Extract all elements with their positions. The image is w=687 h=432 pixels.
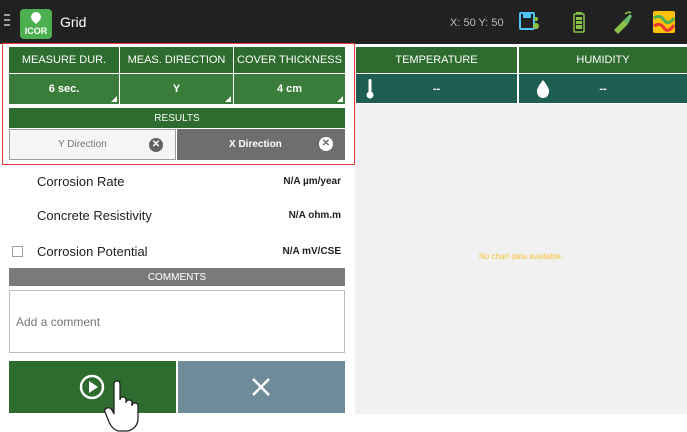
hand-cursor-icon — [104, 380, 139, 432]
page-title: Grid — [60, 14, 87, 30]
tab-x-direction[interactable]: X Direction ✕ — [177, 129, 345, 160]
start-measurement-button[interactable] — [9, 361, 176, 413]
measure-duration-select[interactable]: 6 sec. — [9, 74, 119, 104]
humidity-value: -- — [599, 82, 607, 95]
corrosion-rate-label: Corrosion Rate — [37, 173, 125, 189]
humidity-cell: -- — [519, 74, 687, 103]
close-icon[interactable]: ✕ — [319, 137, 333, 151]
save-icon[interactable] — [517, 10, 541, 34]
logo-text: ICOR — [24, 26, 48, 36]
concrete-resistivity-label: Concrete Resistivity — [37, 207, 152, 223]
measurement-direction-value: Y — [172, 83, 181, 95]
water-drop-icon — [536, 80, 550, 98]
cover-thickness-header: COVER THICKNESS — [234, 47, 345, 73]
temperature-cell: -- — [356, 74, 517, 103]
chart-area: No chart data available. — [355, 104, 687, 414]
dropdown-corner-icon — [111, 96, 117, 102]
battery-icon — [573, 12, 585, 33]
comment-input[interactable] — [9, 290, 345, 353]
no-chart-data-message: No chart data available. — [478, 252, 564, 261]
measurement-direction-select[interactable]: Y — [120, 74, 233, 104]
tab-y-direction[interactable]: Y Direction ✕ — [9, 129, 176, 160]
app-toolbar: ICOR Grid X: 50 Y: 50 — [0, 0, 687, 44]
play-icon — [79, 374, 105, 400]
tab-y-direction-label: Y Direction — [58, 139, 107, 150]
corrosion-rate-row: Corrosion Rate N/A µm/year — [9, 163, 345, 199]
cancel-button[interactable] — [178, 361, 345, 413]
concrete-resistivity-value: N/A ohm.m — [288, 209, 341, 221]
corrosion-rate-value: N/A µm/year — [283, 175, 341, 187]
measurement-direction-header: MEAS. DIRECTION — [120, 47, 233, 73]
grid-coordinates: X: 50 Y: 50 — [450, 17, 504, 29]
measure-duration-header: MEASURE DUR. — [9, 47, 119, 73]
concrete-resistivity-row: Concrete Resistivity N/A ohm.m — [9, 197, 345, 233]
temperature-value: -- — [432, 82, 441, 95]
dropdown-corner-icon — [225, 96, 231, 102]
thermometer-icon — [366, 79, 374, 99]
humidity-header: HUMIDITY — [519, 47, 687, 73]
menu-icon[interactable] — [4, 14, 12, 28]
measure-duration-value: 6 sec. — [48, 83, 80, 95]
cover-thickness-select[interactable]: 4 cm — [234, 74, 345, 104]
close-icon — [252, 378, 270, 396]
comments-header: COMMENTS — [9, 268, 345, 286]
tab-x-direction-label: X Direction — [229, 139, 282, 150]
map-icon[interactable] — [652, 10, 676, 34]
corrosion-potential-row: Corrosion Potential N/A mV/CSE — [9, 233, 345, 269]
temperature-header: TEMPERATURE — [356, 47, 517, 73]
close-icon[interactable]: ✕ — [149, 138, 163, 152]
corrosion-potential-checkbox[interactable] — [12, 245, 23, 257]
corrosion-potential-label: Corrosion Potential — [37, 243, 148, 259]
results-header: RESULTS — [9, 108, 345, 128]
icor-logo: ICOR — [20, 9, 52, 39]
probe-icon[interactable] — [610, 10, 634, 34]
dropdown-corner-icon — [337, 96, 343, 102]
corrosion-potential-value: N/A mV/CSE — [282, 245, 341, 257]
cover-thickness-value: 4 cm — [276, 83, 303, 95]
